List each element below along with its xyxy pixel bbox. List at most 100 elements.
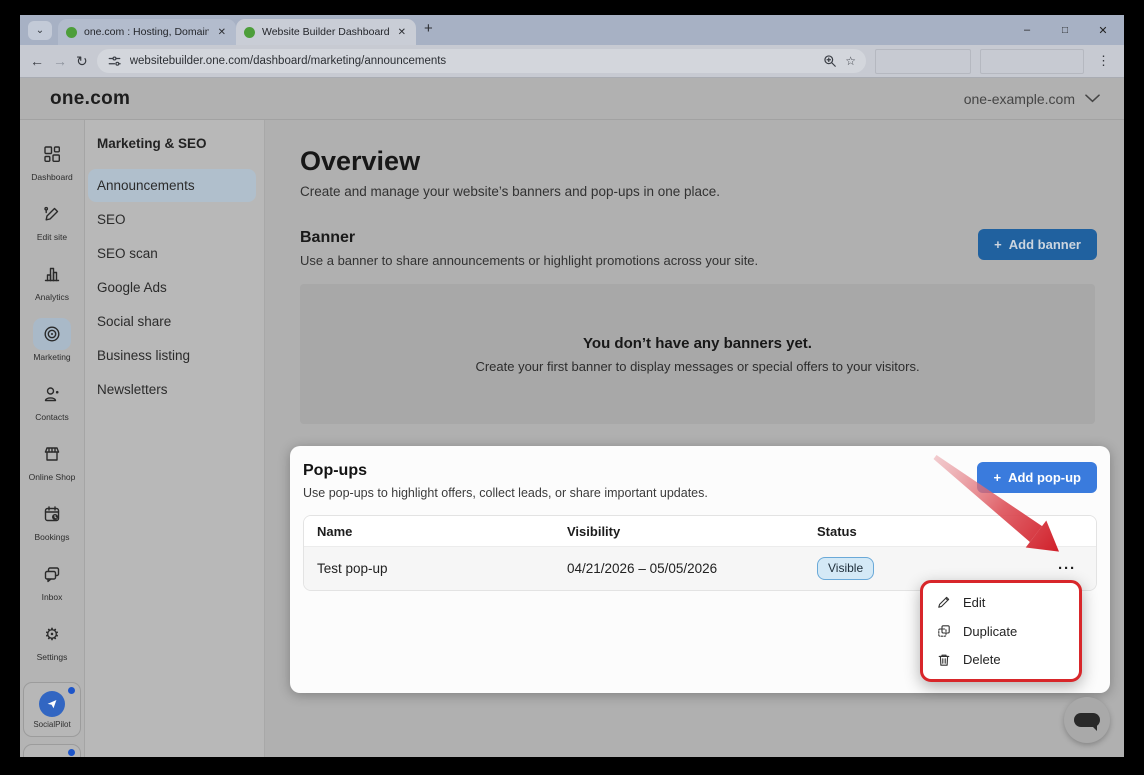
target-icon [33,318,71,350]
bookmark-star-icon[interactable]: ☆ [845,54,856,68]
browser-window: ⌄ one.com : Hosting, Domain, Em ✕ Websit… [20,15,1124,757]
close-tab-icon[interactable]: ✕ [216,27,228,38]
sidebar-item-settings[interactable]: ⚙ Settings [20,610,84,670]
extension-placeholder [980,49,1084,74]
pencil-icon [936,594,952,610]
calendar-clock-icon [33,498,71,530]
sidebar-item-marketing[interactable]: Marketing [20,310,84,370]
submenu-item-announcements[interactable]: Announcements [88,169,256,202]
column-header-name: Name [304,524,554,539]
main-content: Overview Create and manage your website’… [265,120,1124,757]
row-menu-icon[interactable]: ··· [1058,560,1096,577]
duplicate-icon [936,623,952,639]
marketing-submenu: Marketing & SEO Announcements SEO SEO sc… [85,120,265,757]
chat-bubble-icon [1074,713,1100,727]
popup-visibility: 04/21/2026 – 05/05/2026 [554,561,804,576]
dashboard-icon [33,138,71,170]
submenu-item-seo[interactable]: SEO [88,203,256,236]
zoom-icon[interactable] [823,54,837,68]
submenu-item-newsletters[interactable]: Newsletters [88,373,256,406]
icon-sidebar: Dashboard Edit site Analytics Marketing [20,120,85,757]
submenu-item-seo-scan[interactable]: SEO scan [88,237,256,270]
submenu-item-social-share[interactable]: Social share [88,305,256,338]
new-tab-button[interactable]: + [424,20,433,37]
plus-icon: + [994,237,1002,252]
back-icon[interactable]: ← [30,53,44,69]
browser-menu-icon[interactable]: ⋮ [1093,53,1114,69]
popups-card: Pop-ups Use pop-ups to highlight offers,… [290,446,1110,693]
submenu-item-business-listing[interactable]: Business listing [88,339,256,372]
domain-name: one-example.com [964,91,1075,107]
banner-section: Banner Use a banner to share announcemen… [300,229,1097,268]
status-badge: Visible [817,557,874,580]
site-settings-icon[interactable] [107,54,122,69]
person-icon [33,378,71,410]
sidebar-item-edit-site[interactable]: Edit site [20,190,84,250]
banner-empty-state: You don’t have any banners yet. Create y… [300,284,1095,424]
sidebar-item-dashboard[interactable]: Dashboard [20,130,84,190]
sidebar-item-partner-app[interactable] [23,744,81,757]
tab-favicon [66,27,77,38]
submenu-item-google-ads[interactable]: Google Ads [88,271,256,304]
chevron-down-icon: ⌄ [36,25,44,36]
partner-app-icon [41,753,63,757]
page-subtitle: Create and manage your website’s banners… [300,184,1124,199]
add-banner-button[interactable]: + Add banner [978,229,1097,260]
browser-toolbar: ← → ↻ websitebuilder.one.com/dashboard/m… [20,45,1124,78]
popups-description: Use pop-ups to highlight offers, collect… [303,486,708,500]
tab-search-button[interactable]: ⌄ [28,21,52,40]
maximize-button[interactable]: □ [1046,15,1084,45]
menu-item-edit[interactable]: Edit [923,588,1079,617]
empty-state-title: You don’t have any banners yet. [583,335,812,352]
row-context-menu: Edit Duplicate Delete [920,580,1082,682]
submenu-header: Marketing & SEO [97,136,264,151]
pencil-route-icon [33,198,71,230]
app-header: one.com one-example.com [20,78,1124,120]
popup-name: Test pop-up [304,561,554,576]
domain-picker[interactable]: one-example.com [964,91,1100,107]
chat-bubbles-icon [33,558,71,590]
forward-icon[interactable]: → [53,53,67,69]
bar-chart-icon [33,258,71,290]
plus-icon: + [993,470,1001,485]
close-tab-icon[interactable]: ✕ [396,27,408,38]
chevron-down-icon [1085,94,1100,103]
minimize-button[interactable]: – [1008,15,1046,45]
menu-item-delete[interactable]: Delete [923,645,1079,674]
tab-strip: ⌄ one.com : Hosting, Domain, Em ✕ Websit… [20,15,1124,45]
chat-button[interactable] [1064,697,1110,743]
tab-favicon [244,27,255,38]
sidebar-item-contacts[interactable]: Contacts [20,370,84,430]
tab-website-builder-dashboard[interactable]: Website Builder Dashboard ✕ [236,19,416,45]
menu-item-duplicate[interactable]: Duplicate [923,617,1079,646]
column-header-visibility: Visibility [554,524,804,539]
socialpilot-icon [39,691,65,717]
notification-dot [68,687,75,694]
column-header-status: Status [804,524,974,539]
url-text[interactable]: websitebuilder.one.com/dashboard/marketi… [130,55,816,67]
page-title: Overview [300,146,1124,177]
tab-title: one.com : Hosting, Domain, Em [84,26,209,38]
add-popup-button[interactable]: + Add pop-up [977,462,1097,493]
sidebar-item-online-shop[interactable]: Online Shop [20,430,84,490]
trash-icon [936,652,952,668]
sidebar-item-analytics[interactable]: Analytics [20,250,84,310]
table-header-row: Name Visibility Status [304,516,1096,547]
notification-dot [68,749,75,756]
reload-icon[interactable]: ↻ [76,53,88,70]
onecom-logo[interactable]: one.com [50,88,130,110]
window-controls: – □ ✕ [1008,15,1122,45]
sidebar-item-socialpilot[interactable]: SocialPilot [23,682,81,737]
tab-title: Website Builder Dashboard [262,26,389,38]
empty-state-description: Create your first banner to display mess… [475,359,919,374]
storefront-icon [33,438,71,470]
sidebar-item-inbox[interactable]: Inbox [20,550,84,610]
sidebar-item-bookings[interactable]: Bookings [20,490,84,550]
extension-placeholder [875,49,971,74]
banner-description: Use a banner to share announcements or h… [300,253,758,268]
address-bar[interactable]: websitebuilder.one.com/dashboard/marketi… [97,49,866,73]
banner-title: Banner [300,229,758,247]
popups-title: Pop-ups [303,462,708,480]
tab-onecom-home[interactable]: one.com : Hosting, Domain, Em ✕ [58,19,236,45]
close-button[interactable]: ✕ [1084,15,1122,45]
